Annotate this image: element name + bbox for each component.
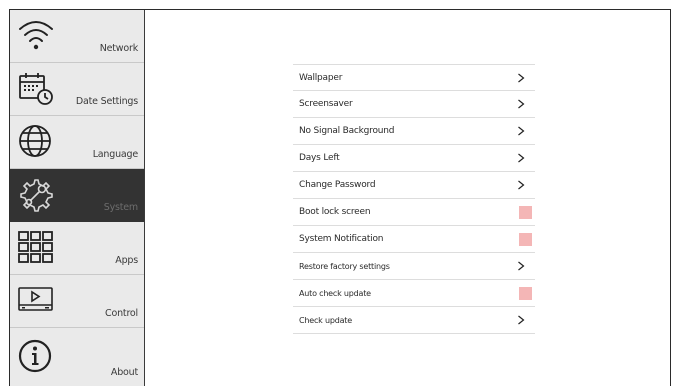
setting-label: Restore factory settings bbox=[299, 262, 390, 271]
setting-row-restore-factory-settings[interactable]: Restore factory settings bbox=[293, 253, 535, 280]
gear-wrench-icon bbox=[17, 176, 55, 212]
sidebar-item-system[interactable]: System bbox=[10, 169, 144, 222]
setting-row-boot-lock-screen: Boot lock screen bbox=[293, 199, 535, 226]
sidebar-item-label: Control bbox=[105, 308, 138, 319]
settings-window: Network Date Settings Language System Ap… bbox=[9, 9, 671, 386]
chevron-right-icon bbox=[518, 99, 525, 109]
setting-row-system-notification: System Notification bbox=[293, 226, 535, 253]
auto-check-update-toggle[interactable] bbox=[519, 287, 532, 300]
sidebar-item-about[interactable]: About bbox=[10, 328, 144, 386]
setting-row-change-password[interactable]: Change Password bbox=[293, 172, 535, 199]
sidebar-item-label: System bbox=[103, 202, 138, 213]
setting-row-days-left[interactable]: Days Left bbox=[293, 145, 535, 172]
chevron-right-icon bbox=[518, 180, 525, 190]
sidebar-item-date-settings[interactable]: Date Settings bbox=[10, 63, 144, 116]
setting-row-auto-check-update: Auto check update bbox=[293, 280, 535, 307]
sidebar-item-control[interactable]: Control bbox=[10, 275, 144, 328]
sidebar-item-label: Date Settings bbox=[75, 96, 138, 107]
setting-label: Days Left bbox=[299, 153, 340, 163]
setting-label: Wallpaper bbox=[299, 73, 343, 83]
sidebar: Network Date Settings Language System Ap… bbox=[10, 10, 145, 386]
sidebar-item-network[interactable]: Network bbox=[10, 10, 144, 63]
apps-grid-icon bbox=[17, 229, 55, 265]
media-control-icon bbox=[17, 282, 55, 318]
boot-lock-screen-toggle[interactable] bbox=[519, 206, 532, 219]
chevron-right-icon bbox=[518, 315, 525, 325]
setting-row-screensaver[interactable]: Screensaver bbox=[293, 91, 535, 118]
sidebar-item-label: Apps bbox=[115, 255, 138, 266]
sidebar-item-label: Language bbox=[92, 149, 138, 160]
setting-label: System Notification bbox=[299, 234, 384, 244]
setting-label: No Signal Background bbox=[299, 126, 395, 136]
globe-icon bbox=[17, 123, 55, 159]
setting-label: Change Password bbox=[299, 180, 376, 190]
calendar-clock-icon bbox=[17, 70, 55, 106]
wifi-icon bbox=[17, 17, 55, 53]
setting-label: Check update bbox=[299, 316, 352, 325]
system-settings-panel: Wallpaper Screensaver No Signal Backgrou… bbox=[145, 10, 670, 386]
chevron-right-icon bbox=[518, 126, 525, 136]
sidebar-item-apps[interactable]: Apps bbox=[10, 222, 144, 275]
system-notification-toggle[interactable] bbox=[519, 233, 532, 246]
sidebar-item-label: Network bbox=[99, 43, 138, 54]
chevron-right-icon bbox=[518, 73, 525, 83]
sidebar-item-language[interactable]: Language bbox=[10, 116, 144, 169]
chevron-right-icon bbox=[518, 261, 525, 271]
settings-list: Wallpaper Screensaver No Signal Backgrou… bbox=[293, 64, 535, 334]
info-icon bbox=[17, 338, 55, 374]
setting-row-check-update[interactable]: Check update bbox=[293, 307, 535, 334]
setting-label: Boot lock screen bbox=[299, 207, 371, 217]
chevron-right-icon bbox=[518, 153, 525, 163]
setting-label: Screensaver bbox=[299, 99, 353, 109]
setting-row-wallpaper[interactable]: Wallpaper bbox=[293, 64, 535, 91]
sidebar-item-label: About bbox=[110, 367, 138, 378]
setting-row-no-signal-background[interactable]: No Signal Background bbox=[293, 118, 535, 145]
setting-label: Auto check update bbox=[299, 289, 371, 298]
